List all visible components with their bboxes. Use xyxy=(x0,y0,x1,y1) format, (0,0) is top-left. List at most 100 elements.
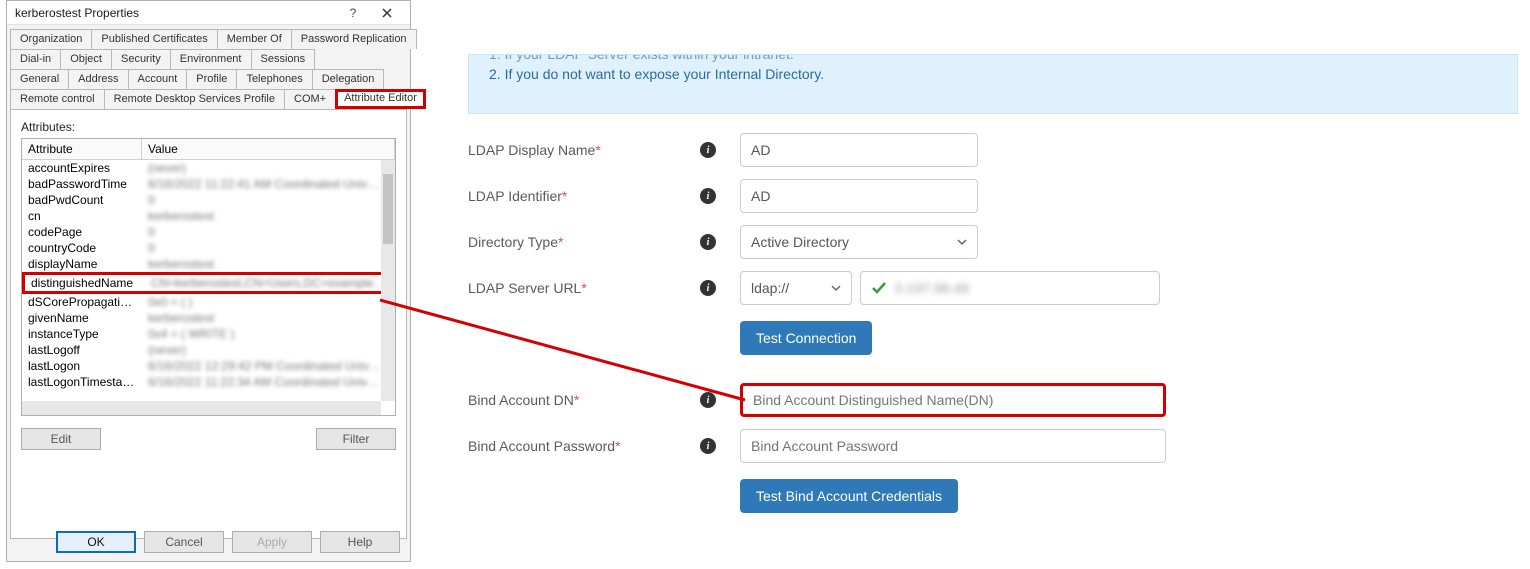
tab-delegation[interactable]: Delegation xyxy=(312,69,385,89)
chevron-down-icon xyxy=(957,234,967,250)
attr-value: kerberostest xyxy=(142,310,395,326)
ldap-config-pane: 1. If your LDAP Server exists within you… xyxy=(430,0,1530,569)
attr-name: badPasswordTime xyxy=(22,176,142,192)
tab-general[interactable]: General xyxy=(10,69,68,89)
tab-strip: Organization Published Certificates Memb… xyxy=(7,25,410,109)
check-icon xyxy=(871,280,887,296)
attributes-listview[interactable]: Attribute Value accountExpires(never)bad… xyxy=(21,138,396,416)
tab-dial-in[interactable]: Dial-in xyxy=(10,49,60,69)
tab-environment[interactable]: Environment xyxy=(170,49,251,69)
table-row[interactable]: lastLogonTimestamp6/16/2022 11:22:34 AM … xyxy=(22,374,395,390)
tab-sessions[interactable]: Sessions xyxy=(251,49,316,69)
help-dialog-button[interactable]: Help xyxy=(320,531,400,553)
alert-line-1: 1. If your LDAP Server exists within you… xyxy=(489,54,1497,65)
attr-name: givenName xyxy=(22,310,142,326)
table-row[interactable]: lastLogon6/16/2022 12:29:42 PM Coordinat… xyxy=(22,358,395,374)
tab-published-certificates[interactable]: Published Certificates xyxy=(91,29,216,49)
table-row[interactable]: accountExpires(never) xyxy=(22,160,395,176)
attr-value: (never) xyxy=(142,160,395,176)
info-icon[interactable]: i xyxy=(700,188,716,204)
attr-value: (never) xyxy=(142,342,395,358)
table-row[interactable]: distinguishedNameCN=kerberostest,CN=User… xyxy=(22,272,395,294)
attr-name: displayName xyxy=(22,256,142,272)
table-row[interactable]: instanceType0x4 = ( WRITE ) xyxy=(22,326,395,342)
label-bind-password: Bind Account Password* xyxy=(468,438,700,454)
table-row[interactable]: lastLogoff(never) xyxy=(22,342,395,358)
attr-name: lastLogonTimestamp xyxy=(22,374,142,390)
bind-account-dn-input[interactable] xyxy=(740,383,1166,417)
tab-address[interactable]: Address xyxy=(68,69,127,89)
tab-com-plus[interactable]: COM+ xyxy=(284,89,335,109)
attr-name: lastLogoff xyxy=(22,342,142,358)
vertical-scrollbar[interactable] xyxy=(381,160,395,401)
attr-value: 6/16/2022 11:22:34 AM Coordinated Univ… xyxy=(142,374,395,390)
table-row[interactable]: dSCorePropagationD...0x0 = ( ) xyxy=(22,294,395,310)
attr-name: badPwdCount xyxy=(22,192,142,208)
apply-button[interactable]: Apply xyxy=(232,531,312,553)
tab-account[interactable]: Account xyxy=(128,69,187,89)
ldap-server-url-value: 0.197.98.49 xyxy=(895,280,969,296)
attr-name: accountExpires xyxy=(22,160,142,176)
tab-member-of[interactable]: Member Of xyxy=(217,29,291,49)
attr-name: instanceType xyxy=(22,326,142,342)
column-value[interactable]: Value xyxy=(142,139,395,159)
info-icon[interactable]: i xyxy=(700,392,716,408)
horizontal-scrollbar[interactable] xyxy=(22,401,381,415)
chevron-down-icon xyxy=(831,280,841,296)
tab-telephones[interactable]: Telephones xyxy=(236,69,311,89)
directory-type-select[interactable]: Active Directory xyxy=(740,225,978,259)
table-row[interactable]: displayNamekerberostest xyxy=(22,256,395,272)
attr-value: 0 xyxy=(142,240,395,256)
listview-header: Attribute Value xyxy=(22,139,395,160)
tab-organization[interactable]: Organization xyxy=(10,29,91,49)
bind-account-password-input[interactable] xyxy=(740,429,1166,463)
tab-remote-control[interactable]: Remote control xyxy=(10,89,104,109)
attributes-label: Attributes: xyxy=(21,120,396,134)
label-display-name: LDAP Display Name* xyxy=(468,142,700,158)
test-bind-credentials-button[interactable]: Test Bind Account Credentials xyxy=(740,479,958,513)
table-row[interactable]: cnkerberostest xyxy=(22,208,395,224)
tab-security[interactable]: Security xyxy=(111,49,170,69)
tab-password-replication[interactable]: Password Replication xyxy=(291,29,417,49)
help-button[interactable]: ? xyxy=(336,2,370,24)
ok-button[interactable]: OK xyxy=(56,531,136,553)
table-row[interactable]: givenNamekerberostest xyxy=(22,310,395,326)
attr-name: countryCode xyxy=(22,240,142,256)
titlebar: kerberostest Properties ? xyxy=(7,1,410,25)
ldap-scheme-value: ldap:// xyxy=(751,280,789,296)
label-bind-dn: Bind Account DN* xyxy=(468,392,700,408)
close-icon xyxy=(382,8,392,18)
label-server-url: LDAP Server URL* xyxy=(468,280,700,296)
ldap-display-name-input[interactable] xyxy=(740,133,978,167)
table-row[interactable]: countryCode0 xyxy=(22,240,395,256)
tab-profile[interactable]: Profile xyxy=(186,69,236,89)
directory-type-value: Active Directory xyxy=(751,234,849,250)
cancel-button[interactable]: Cancel xyxy=(144,531,224,553)
test-connection-button[interactable]: Test Connection xyxy=(740,321,872,355)
listview-rows: accountExpires(never)badPasswordTime6/16… xyxy=(22,160,395,415)
ldap-scheme-select[interactable]: ldap:// xyxy=(740,271,852,305)
info-icon[interactable]: i xyxy=(700,438,716,454)
table-row[interactable]: badPwdCount0 xyxy=(22,192,395,208)
table-row[interactable]: badPasswordTime6/16/2022 11:22:41 AM Coo… xyxy=(22,176,395,192)
ldap-identifier-input[interactable] xyxy=(740,179,978,213)
close-button[interactable] xyxy=(370,2,404,24)
edit-button[interactable]: Edit xyxy=(21,428,101,450)
column-attribute[interactable]: Attribute xyxy=(22,139,142,159)
ldap-server-url-input[interactable]: 0.197.98.49 xyxy=(860,271,1160,305)
alert-line-2: 2. If you do not want to expose your Int… xyxy=(489,65,1497,85)
attr-value: 0 xyxy=(142,192,395,208)
info-icon[interactable]: i xyxy=(700,234,716,250)
tab-remote-desktop-services-profile[interactable]: Remote Desktop Services Profile xyxy=(104,89,284,109)
attr-value: CN=kerberostest,CN=Users,DC=example,DC… xyxy=(145,275,392,291)
filter-button[interactable]: Filter xyxy=(316,428,396,450)
table-row[interactable]: codePage0 xyxy=(22,224,395,240)
info-icon[interactable]: i xyxy=(700,142,716,158)
tab-object[interactable]: Object xyxy=(60,49,111,69)
attr-name: dSCorePropagationD... xyxy=(22,294,142,310)
attr-value: 6/16/2022 11:22:41 AM Coordinated Univ… xyxy=(142,176,395,192)
info-icon[interactable]: i xyxy=(700,280,716,296)
attr-value: kerberostest xyxy=(142,256,395,272)
tab-body: Attributes: Attribute Value accountExpir… xyxy=(10,109,407,539)
tab-attribute-editor[interactable]: Attribute Editor xyxy=(335,89,426,109)
